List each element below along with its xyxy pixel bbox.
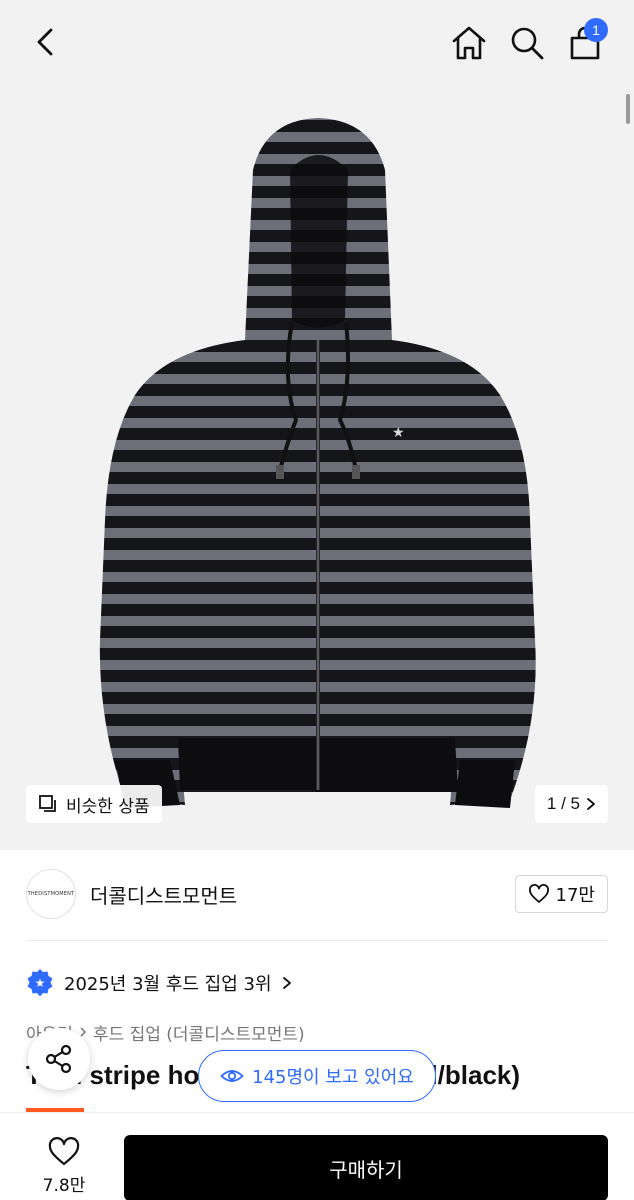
top-navigation-bar: 1 xyxy=(0,0,634,88)
page-indicator-text: 1 / 5 xyxy=(546,794,580,813)
back-button[interactable] xyxy=(26,22,66,62)
product-image[interactable]: ★ xyxy=(0,90,634,850)
eye-icon xyxy=(220,1070,244,1082)
search-icon xyxy=(511,27,544,60)
store-name[interactable]: 더콜디스트모먼트 xyxy=(90,880,237,909)
store-logo-text: THEDISTMOMENT xyxy=(27,891,75,897)
store-logo[interactable]: THEDISTMOMENT xyxy=(26,869,76,919)
viewers-text: 145명이 보고 있어요 xyxy=(252,1067,414,1088)
share-icon xyxy=(45,1044,72,1074)
store-row: THEDISTMOMENT 더콜디스트모먼트 17만 xyxy=(26,866,608,922)
cart-count-badge: 1 xyxy=(584,18,608,42)
divider xyxy=(26,940,608,941)
similar-products-button[interactable]: 비슷한 상품 xyxy=(26,785,162,823)
similar-items-icon xyxy=(39,795,56,812)
ranking-link[interactable]: ★ 2025년 3월 후드 집업 3위 xyxy=(26,966,292,1000)
product-gallery[interactable]: 1 ★ 비슷한 상품 1 / 5 xyxy=(0,0,634,850)
cart-button[interactable]: 1 xyxy=(564,18,608,64)
share-button[interactable] xyxy=(28,1028,90,1090)
image-page-indicator[interactable]: 1 / 5 xyxy=(534,785,608,823)
svg-text:★: ★ xyxy=(392,425,405,441)
heart-icon xyxy=(528,884,549,903)
search-button[interactable] xyxy=(506,22,548,64)
similar-products-label: 비슷한 상품 xyxy=(66,796,150,817)
heart-icon xyxy=(48,1137,80,1166)
store-like-count: 17만 xyxy=(555,885,595,906)
bottom-action-bar: 7.8만 구매하기 xyxy=(0,1112,634,1200)
ranking-text: 2025년 3월 후드 집업 3위 xyxy=(64,974,272,995)
home-button[interactable] xyxy=(448,22,490,64)
home-icon xyxy=(452,26,486,60)
chevron-left-icon xyxy=(37,28,53,56)
wishlist-button[interactable]: 7.8만 xyxy=(28,1137,100,1200)
svg-text:★: ★ xyxy=(35,976,46,990)
store-like-button[interactable]: 17만 xyxy=(514,875,608,913)
wishlist-count: 7.8만 xyxy=(42,1176,86,1196)
chevron-right-icon xyxy=(282,977,291,989)
rank-badge-icon: ★ xyxy=(27,969,53,997)
buy-button[interactable]: 구매하기 xyxy=(124,1135,608,1200)
viewers-count-pill: 145명이 보고 있어요 xyxy=(198,1050,436,1102)
chevron-right-icon xyxy=(587,798,595,810)
breadcrumb-item-hood-zip[interactable]: 후드 집업 (더콜디스트모먼트) xyxy=(93,1020,305,1045)
